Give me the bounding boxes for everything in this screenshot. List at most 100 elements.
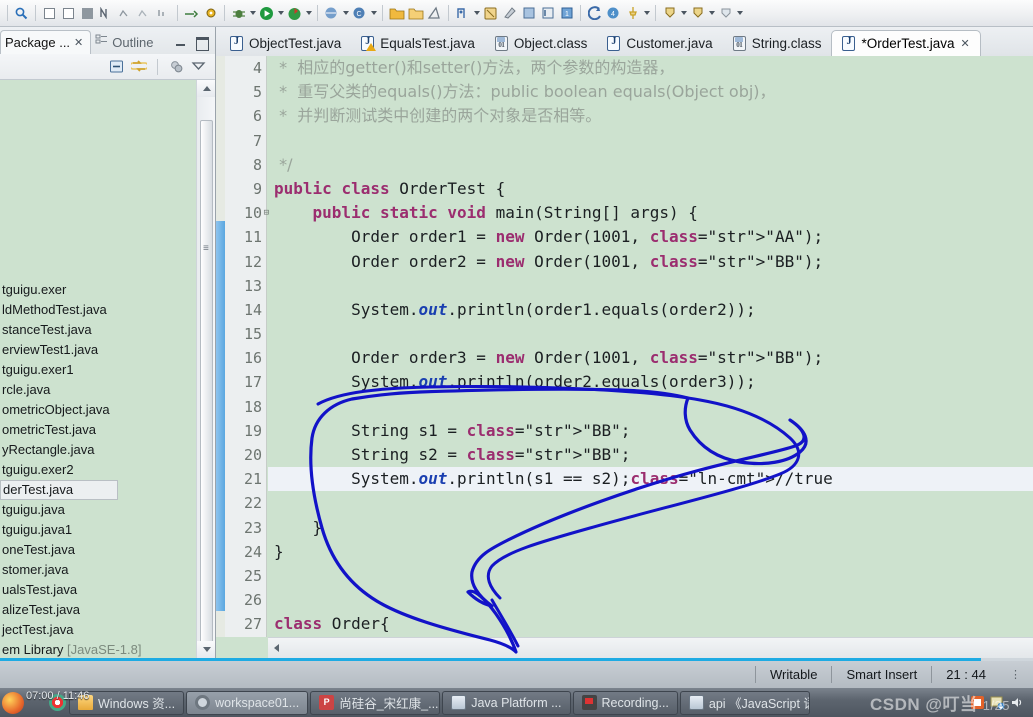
annotation-dropdown-icon[interactable] [472, 4, 481, 23]
list-item[interactable]: rcle.java [0, 380, 196, 400]
pin-dropdown-icon[interactable] [642, 4, 651, 23]
taskbar-button[interactable]: workspace01... [186, 690, 309, 715]
tab-package-explorer[interactable]: Package ... ✕ [0, 30, 92, 54]
previous-annotation-icon[interactable] [482, 4, 499, 23]
code-line[interactable]: } [268, 516, 1033, 540]
pin-editor-icon[interactable] [624, 4, 641, 23]
code-line[interactable]: String s2 = class="str">"BB"; [268, 443, 1033, 467]
left-panel-scrollbar[interactable] [196, 80, 215, 658]
start-button[interactable] [2, 691, 24, 714]
list-item[interactable]: tguigu.java1 [0, 520, 196, 540]
next-annotation-icon[interactable] [454, 4, 471, 23]
search-icon[interactable] [13, 4, 30, 23]
status-bar-resize-grip[interactable]: ⋮ [1000, 668, 1033, 681]
code-line[interactable]: System.out.println(order1.equals(order2)… [268, 298, 1033, 322]
new-class-icon[interactable]: C [351, 4, 368, 23]
code-line[interactable] [268, 129, 1033, 153]
file-list[interactable]: tguigu.exer ldMethodTest.java stanceTest.j… [0, 280, 196, 658]
collapse-all-icon[interactable] [109, 59, 124, 74]
toggle-mark-occurrences-icon[interactable] [520, 4, 537, 23]
editor-tab[interactable]: EqualsTest.java [351, 30, 485, 56]
step-into-icon[interactable] [41, 4, 58, 23]
coverage-icon[interactable] [286, 4, 303, 23]
editor-tabstrip[interactable]: ObjectTest.java EqualsTest.java Object.cla… [216, 27, 1033, 56]
code-line[interactable]: Order order3 = new Order(1001, class="st… [268, 346, 1033, 370]
bookmark-1-dropdown-icon[interactable] [679, 4, 688, 23]
tab-outline[interactable]: Outline [91, 30, 160, 54]
package-explorer-tree[interactable]: tguigu.exer ldMethodTest.java stanceTest.j… [0, 80, 215, 658]
bookmark-3-dropdown-icon[interactable] [735, 4, 744, 23]
bookmark-2-icon[interactable] [689, 4, 706, 23]
step-over-icon[interactable] [60, 4, 77, 23]
list-item[interactable]: stomer.java [0, 560, 196, 580]
new-package-icon[interactable] [388, 4, 405, 23]
open-type-icon[interactable] [407, 4, 424, 23]
code-line[interactable]: */ [268, 153, 1033, 177]
bookmark-2-dropdown-icon[interactable] [707, 4, 716, 23]
list-item[interactable]: yRectangle.java [0, 440, 196, 460]
left-panel-view-toolbar[interactable] [0, 54, 215, 80]
code-line[interactable]: * 重写父类的equals()方法：public boolean equals(… [268, 80, 1033, 104]
taskbar-button[interactable]: P 尚硅谷_宋红康_... [310, 690, 441, 715]
instrument-2-icon[interactable] [136, 4, 153, 23]
list-item[interactable]: tguigu.exer [0, 280, 196, 300]
run-icon[interactable] [258, 4, 275, 23]
code-line[interactable]: System.out.println(s1 == s2);class="ln-c… [268, 467, 1033, 492]
code-line[interactable] [268, 322, 1033, 346]
instrument-1-icon[interactable] [117, 4, 134, 23]
minimize-panel-button[interactable] [175, 36, 188, 49]
update-icon[interactable] [990, 695, 1005, 710]
code-line[interactable]: String s1 = class="str">"BB"; [268, 419, 1033, 443]
code-line[interactable]: class Order{ [268, 612, 1033, 636]
list-item[interactable]: erviewTest1.java [0, 340, 196, 360]
scroll-left-icon[interactable] [268, 638, 284, 659]
link-with-editor-icon[interactable] [129, 59, 149, 74]
close-icon[interactable]: ✕ [74, 36, 83, 49]
code-line[interactable]: } [268, 540, 1033, 564]
code-line[interactable] [268, 395, 1033, 419]
view-menu-icon[interactable] [191, 59, 206, 74]
list-item[interactable]: alizeTest.java [0, 600, 196, 620]
instrument-3-icon[interactable] [155, 4, 172, 23]
taskbar-button[interactable]: Java Platform ... [442, 690, 571, 715]
scrollbar-thumb[interactable] [200, 120, 213, 658]
new-project-dropdown-icon[interactable] [341, 4, 350, 23]
list-item[interactable]: ualsTest.java [0, 580, 196, 600]
bookmark-3-icon[interactable] [717, 4, 734, 23]
list-item[interactable]: tguigu.java [0, 500, 196, 520]
list-item[interactable]: oneTest.java [0, 540, 196, 560]
debug-icon[interactable] [230, 4, 247, 23]
new-java-project-icon[interactable] [323, 4, 340, 23]
list-item[interactable]: ldMethodTest.java [0, 300, 196, 320]
line-number-gutter[interactable]: 4 5 6 7 8 9 10 ⊟ 11 12 13 14 15 16 17 18 19 20 21 22 23 24 25 2… [225, 56, 269, 637]
show-whitespace-icon[interactable]: 1 [558, 4, 575, 23]
list-item[interactable]: tguigu.exer1 [0, 360, 196, 380]
status-bar[interactable]: Writable Smart Insert 21 : 44 ⋮ [0, 661, 1033, 688]
code-line[interactable] [268, 274, 1033, 298]
editor-tab[interactable]: *OrderTest.java ✕ [831, 30, 981, 56]
list-item[interactable]: stanceTest.java [0, 320, 196, 340]
run-dropdown-icon[interactable] [276, 4, 285, 23]
orange-app-icon[interactable] [970, 695, 985, 710]
focus-on-active-task-icon[interactable] [169, 59, 184, 74]
bookmark-1-icon[interactable] [661, 4, 678, 23]
system-tray[interactable] [970, 695, 1031, 710]
code-line[interactable]: public class OrderTest { [268, 177, 1033, 201]
left-panel-tabstrip[interactable]: Package ... ✕ Outline [0, 27, 215, 54]
taskbar-button[interactable]: api 《JavaScript 语言参考 [679, 690, 810, 715]
editor-marker-column[interactable] [216, 56, 225, 637]
main-toolbar[interactable]: C 1 4 [0, 0, 1033, 27]
editor-body[interactable]: 4 5 6 7 8 9 10 ⊟ 11 12 13 14 15 16 17 18 19 20 21 22 23 24 25 2… [216, 56, 1033, 658]
step-return-icon[interactable] [79, 4, 96, 23]
skip-breakpoints-icon[interactable] [98, 4, 115, 23]
coverage-dropdown-icon[interactable] [304, 4, 313, 23]
maximize-panel-button[interactable] [195, 36, 209, 51]
last-edit-location-icon[interactable] [501, 4, 518, 23]
code-line[interactable] [268, 491, 1033, 515]
list-item[interactable]: ometricTest.java [0, 420, 196, 440]
editor-horizontal-scrollbar[interactable] [268, 637, 1033, 658]
editor-tab[interactable]: Customer.java [597, 30, 722, 56]
editor-tab[interactable]: String.class [723, 30, 832, 56]
taskbar-button[interactable]: Recording... [572, 690, 678, 715]
list-item[interactable]: jectTest.java [0, 620, 196, 640]
